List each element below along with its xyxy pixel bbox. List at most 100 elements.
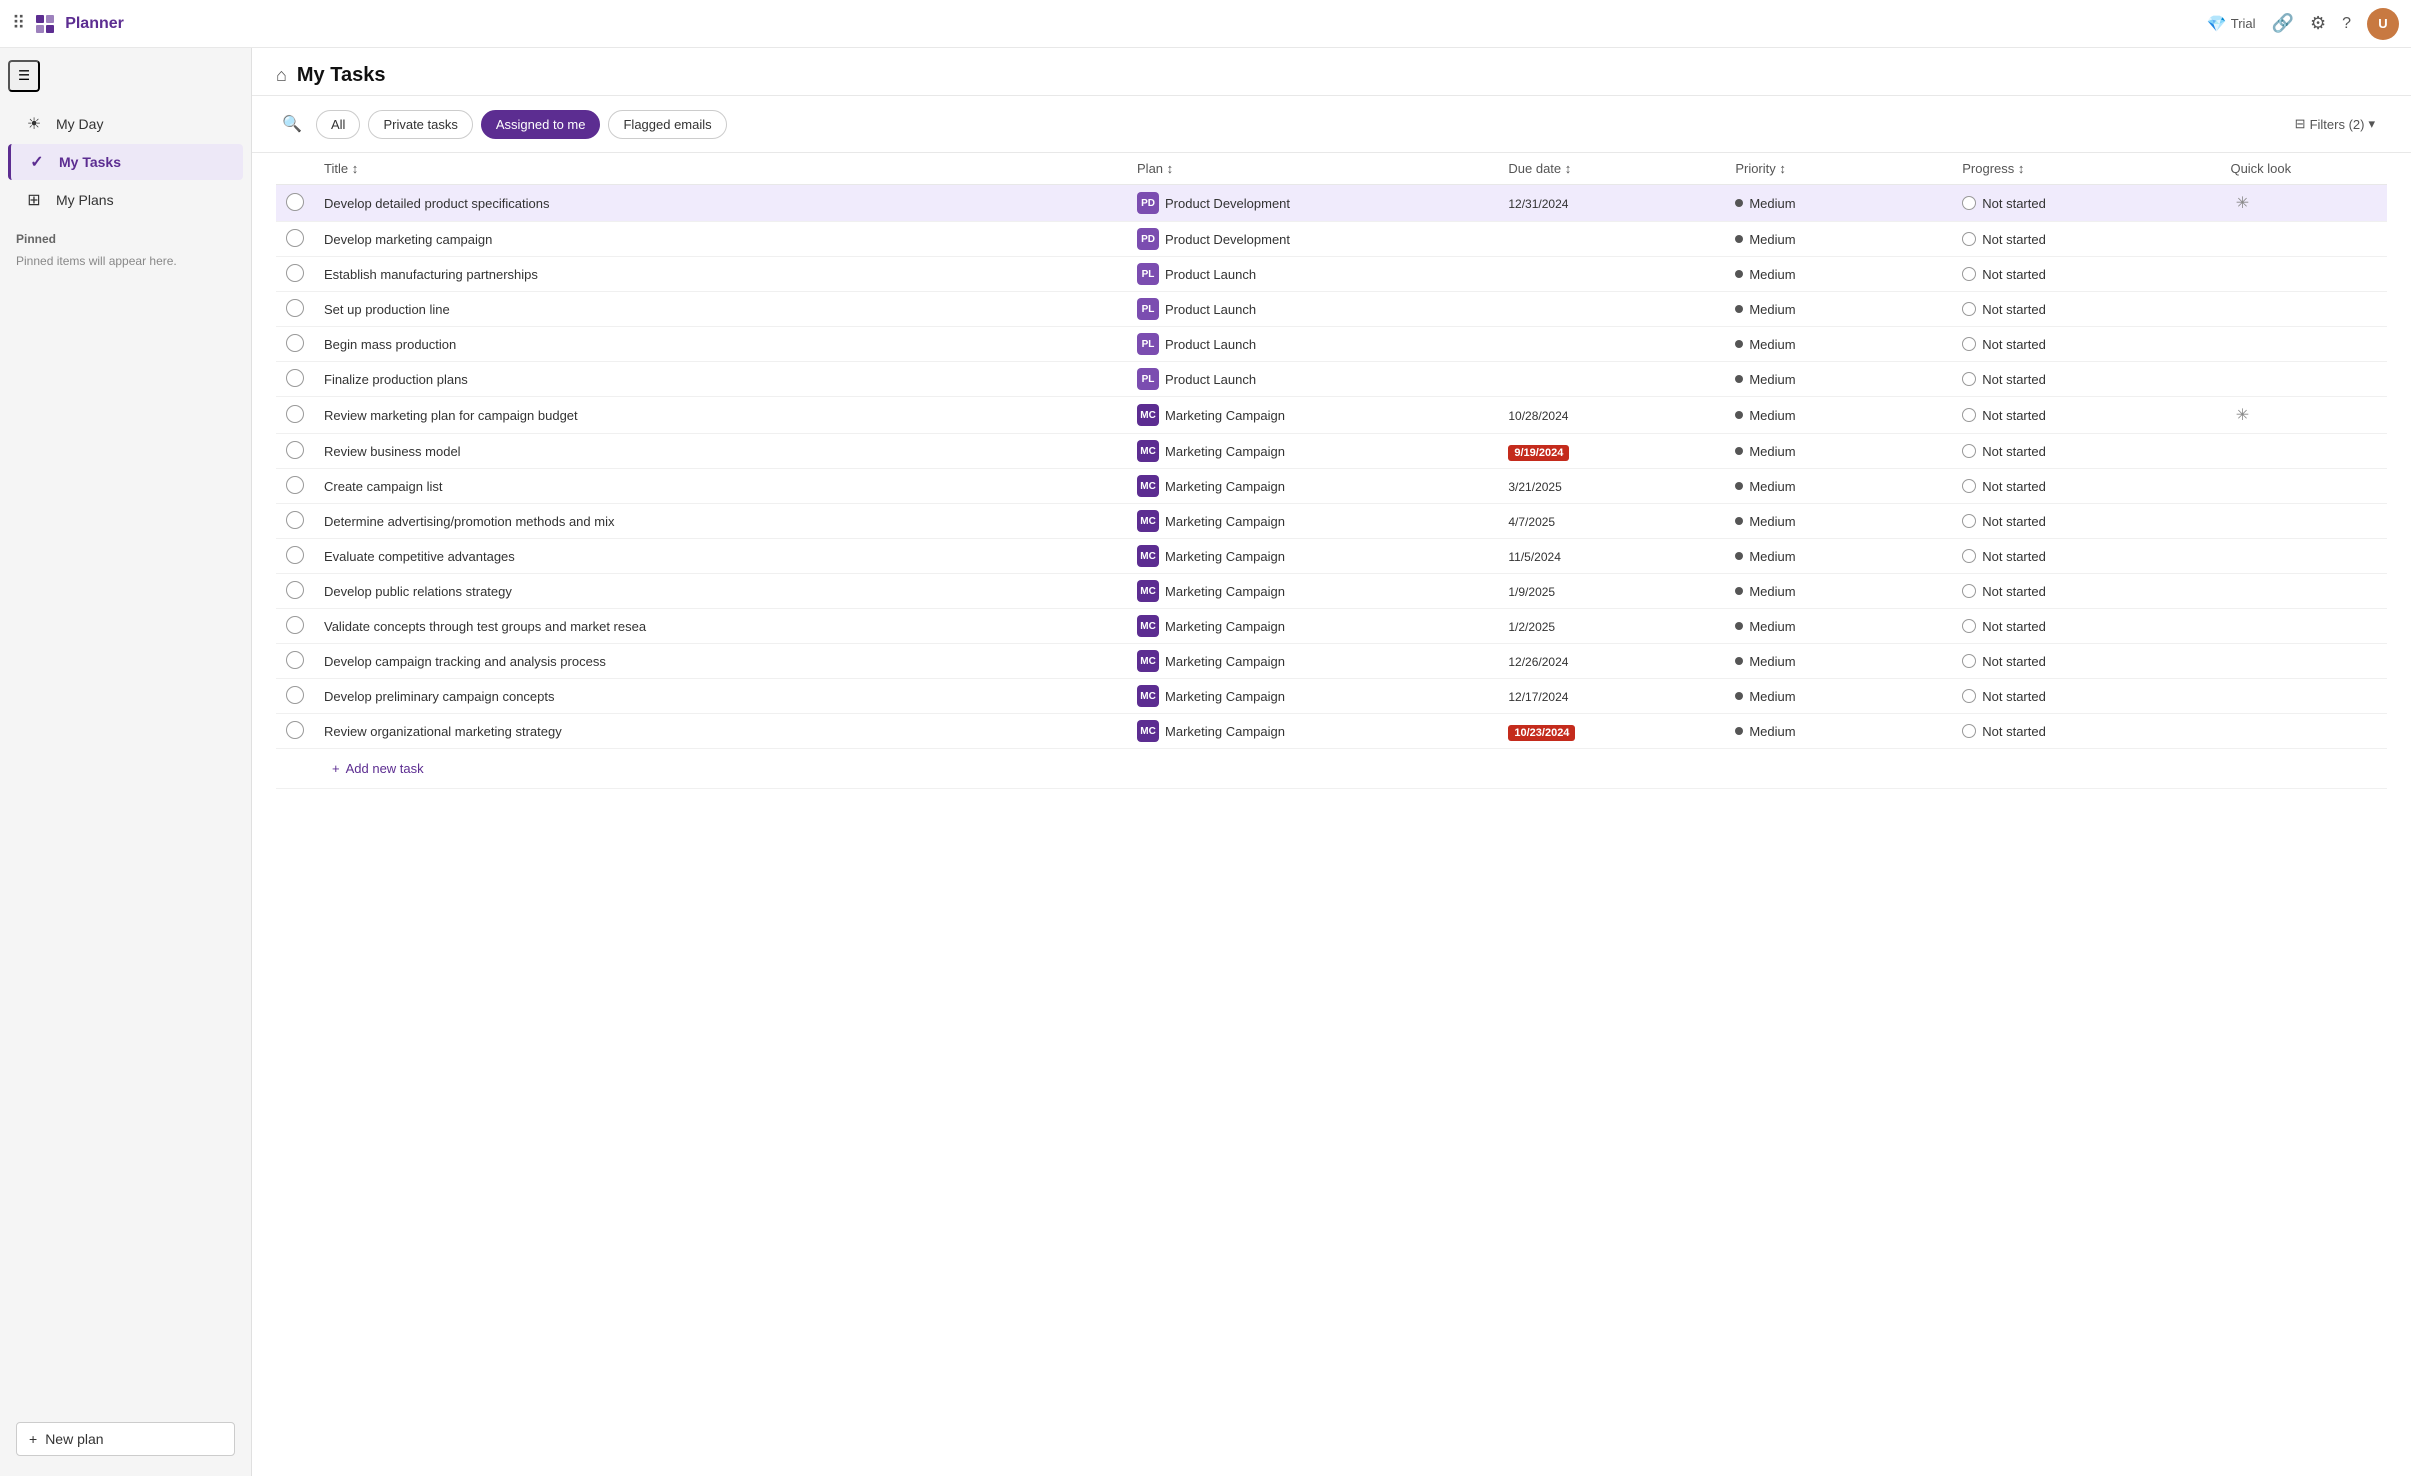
task-checkbox[interactable] <box>286 546 304 564</box>
plan-name: Marketing Campaign <box>1165 479 1285 494</box>
share-button[interactable]: 🔗 <box>2272 13 2294 34</box>
task-checkbox[interactable] <box>286 476 304 494</box>
info-icon[interactable]: ℹ <box>523 546 543 566</box>
search-button[interactable]: 🔍 <box>276 108 308 140</box>
task-title[interactable]: Create campaign list <box>324 479 443 494</box>
more-icon[interactable]: ⋯ <box>493 441 513 461</box>
header-due-date[interactable]: Due date ↕ <box>1498 153 1725 185</box>
more-icon[interactable]: ⋯ <box>594 721 614 741</box>
more-icon[interactable]: ⋯ <box>524 229 544 249</box>
tab-private-tasks[interactable]: Private tasks <box>368 110 472 139</box>
task-title[interactable]: Develop campaign tracking and analysis p… <box>324 654 606 669</box>
info-icon[interactable]: ℹ <box>476 369 496 389</box>
more-icon[interactable]: ⋯ <box>500 369 520 389</box>
header-priority[interactable]: Priority ↕ <box>1725 153 1952 185</box>
add-task-button[interactable]: + Add new task <box>324 757 432 780</box>
task-title[interactable]: Set up production line <box>324 302 450 317</box>
info-icon[interactable]: ℹ <box>464 334 484 354</box>
task-title[interactable]: Review business model <box>324 444 461 459</box>
progress-label: Not started <box>1982 549 2046 564</box>
trial-button[interactable]: 💎 Trial <box>2207 14 2256 34</box>
help-button[interactable]: ? <box>2342 15 2351 33</box>
task-checkbox[interactable] <box>286 369 304 387</box>
more-icon[interactable]: ⋯ <box>544 581 564 601</box>
waffle-icon-button[interactable]: ⠿ <box>12 13 25 34</box>
task-checkbox[interactable] <box>286 299 304 317</box>
info-icon[interactable]: ℹ <box>622 511 642 531</box>
quick-look-button[interactable]: ✳ <box>2230 191 2254 215</box>
info-icon[interactable]: ℹ <box>500 229 520 249</box>
task-checkbox[interactable] <box>286 721 304 739</box>
task-quicklook-cell: ✳ <box>2220 185 2387 222</box>
sidebar-collapse-button[interactable]: ☰ <box>8 60 40 92</box>
sidebar-item-my-day[interactable]: ☀ My Day <box>8 106 243 142</box>
task-checkbox[interactable] <box>286 264 304 282</box>
task-title[interactable]: Determine advertising/promotion methods … <box>324 514 614 529</box>
task-checkbox[interactable] <box>286 229 304 247</box>
info-icon[interactable]: ℹ <box>458 299 478 319</box>
more-icon[interactable]: ⋯ <box>581 193 601 213</box>
more-icon[interactable]: ⋯ <box>488 334 508 354</box>
info-icon[interactable]: ℹ <box>557 193 577 213</box>
task-checkbox[interactable] <box>286 651 304 669</box>
task-title[interactable]: Develop detailed product specifications <box>324 196 549 211</box>
sidebar-item-my-plans[interactable]: ⊞ My Plans <box>8 182 243 218</box>
info-icon[interactable]: ℹ <box>586 405 606 425</box>
task-due-cell: 3/21/2025 <box>1498 469 1725 504</box>
sidebar-item-my-tasks[interactable]: ✓ My Tasks <box>8 144 243 180</box>
info-icon[interactable]: ℹ <box>520 581 540 601</box>
header-plan[interactable]: Plan ↕ <box>1127 153 1498 185</box>
task-checkbox[interactable] <box>286 334 304 352</box>
info-icon[interactable]: ℹ <box>563 686 583 706</box>
task-title[interactable]: Begin mass production <box>324 337 456 352</box>
task-title-cell: Set up production line ℹ ⋯ <box>314 292 1127 327</box>
more-icon[interactable]: ⋯ <box>678 616 698 636</box>
plan-name: Marketing Campaign <box>1165 584 1285 599</box>
info-icon[interactable]: ℹ <box>614 651 634 671</box>
task-checkbox[interactable] <box>286 616 304 634</box>
new-plan-button[interactable]: + New plan <box>16 1422 235 1456</box>
task-title[interactable]: Develop marketing campaign <box>324 232 492 247</box>
settings-button[interactable]: ⚙ <box>2310 13 2326 34</box>
task-checkbox[interactable] <box>286 441 304 459</box>
tab-flagged-emails[interactable]: Flagged emails <box>608 110 726 139</box>
task-checkbox[interactable] <box>286 193 304 211</box>
more-icon[interactable]: ⋯ <box>587 686 607 706</box>
task-title[interactable]: Establish manufacturing partnerships <box>324 267 538 282</box>
more-icon[interactable]: ⋯ <box>547 546 567 566</box>
info-icon[interactable]: ℹ <box>469 441 489 461</box>
table-row: Finalize production plans ℹ ⋯ PL Product… <box>276 362 2387 397</box>
task-checkbox[interactable] <box>286 405 304 423</box>
task-checkbox[interactable] <box>286 686 304 704</box>
tab-all[interactable]: All <box>316 110 360 139</box>
more-icon[interactable]: ⋯ <box>646 511 666 531</box>
header-title[interactable]: Title ↕ <box>314 153 1127 185</box>
task-title[interactable]: Validate concepts through test groups an… <box>324 619 646 634</box>
more-icon[interactable]: ⋯ <box>482 299 502 319</box>
header-progress[interactable]: Progress ↕ <box>1952 153 2220 185</box>
tab-assigned-to-me[interactable]: Assigned to me <box>481 110 601 139</box>
task-title[interactable]: Review marketing plan for campaign budge… <box>324 408 578 423</box>
quick-look-button[interactable]: ✳ <box>2230 403 2254 427</box>
info-icon[interactable]: ℹ <box>654 616 674 636</box>
filters-button[interactable]: ⊟ Filters (2) ▾ <box>2283 110 2387 138</box>
task-title[interactable]: Evaluate competitive advantages <box>324 549 515 564</box>
progress-circle <box>1962 232 1976 246</box>
more-icon[interactable]: ⋯ <box>475 476 495 496</box>
task-plan-cell: PL Product Launch <box>1127 257 1498 292</box>
info-icon[interactable]: ℹ <box>451 476 471 496</box>
progress-label: Not started <box>1982 514 2046 529</box>
task-title[interactable]: Develop preliminary campaign concepts <box>324 689 555 704</box>
more-icon[interactable]: ⋯ <box>570 264 590 284</box>
task-title[interactable]: Develop public relations strategy <box>324 584 512 599</box>
task-checkbox[interactable] <box>286 581 304 599</box>
avatar[interactable]: U <box>2367 8 2399 40</box>
more-icon[interactable]: ⋯ <box>638 651 658 671</box>
task-title[interactable]: Review organizational marketing strategy <box>324 724 562 739</box>
info-icon[interactable]: ℹ <box>546 264 566 284</box>
more-icon[interactable]: ⋯ <box>610 405 630 425</box>
task-checkbox[interactable] <box>286 511 304 529</box>
task-title[interactable]: Finalize production plans <box>324 372 468 387</box>
info-icon[interactable]: ℹ <box>570 721 590 741</box>
task-progress-cell: Not started <box>1952 539 2220 574</box>
